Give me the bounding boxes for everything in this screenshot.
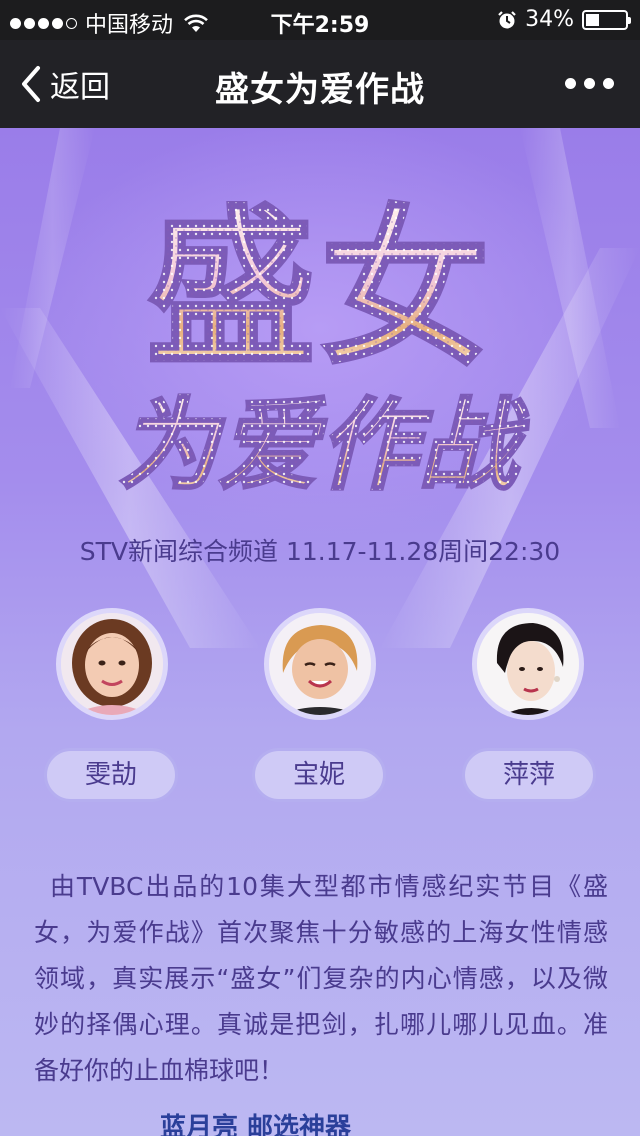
nav-bar: 返回 盛女为爱作战 (0, 40, 640, 128)
logo-line2-sparkle: 为爱作战 (118, 387, 529, 504)
sponsor-banner: 蓝月亮 邮选神器 (160, 1112, 352, 1136)
host-avatar[interactable] (472, 608, 584, 720)
status-bar: 中国移动 下午2:59 34% (0, 0, 640, 40)
host-name-button[interactable]: 萍萍 (462, 748, 596, 802)
main-content: 盛女 盛女 为爱作战 为爱作战 STV新闻综合频道 11.17-11.28周间2… (0, 128, 640, 1136)
program-description: 由TVBC出品的10集大型都市情感纪实节目《盛女，为爱作战》首次聚焦十分敏感的上… (34, 864, 608, 1094)
show-logo: 盛女 盛女 为爱作战 为爱作战 (117, 190, 530, 506)
more-dot-icon (603, 78, 614, 89)
alarm-clock-icon (498, 10, 516, 28)
page-title: 盛女为爱作战 (215, 70, 425, 110)
logo-line1-sparkle: 盛女 (146, 191, 494, 389)
host-avatar[interactable] (56, 608, 168, 720)
more-dot-icon (565, 78, 576, 89)
battery-percent: 34% (525, 7, 574, 32)
battery-icon (582, 9, 631, 30)
host-card: 雯劼 (44, 608, 178, 802)
host-photo (477, 613, 579, 715)
host-name-button[interactable]: 雯劼 (44, 748, 178, 802)
host-photo (61, 613, 163, 715)
broadcast-info: STV新闻综合频道 11.17-11.28周间22:30 (79, 537, 561, 566)
description-text: 由TVBC出品的10集大型都市情感纪实节目《盛女，为爱作战》首次聚焦十分敏感的上… (34, 872, 608, 1085)
host-card: 宝妮 (252, 608, 386, 802)
status-right: 34% (497, 7, 631, 32)
host-name-button[interactable]: 宝妮 (252, 748, 386, 802)
more-dot-icon (584, 78, 595, 89)
host-photo (269, 613, 371, 715)
host-card: 萍萍 (462, 608, 596, 802)
host-avatar[interactable] (264, 608, 376, 720)
sponsor-text: 蓝月亮 邮选神器 (160, 1112, 352, 1136)
more-options-button[interactable] (565, 78, 614, 89)
